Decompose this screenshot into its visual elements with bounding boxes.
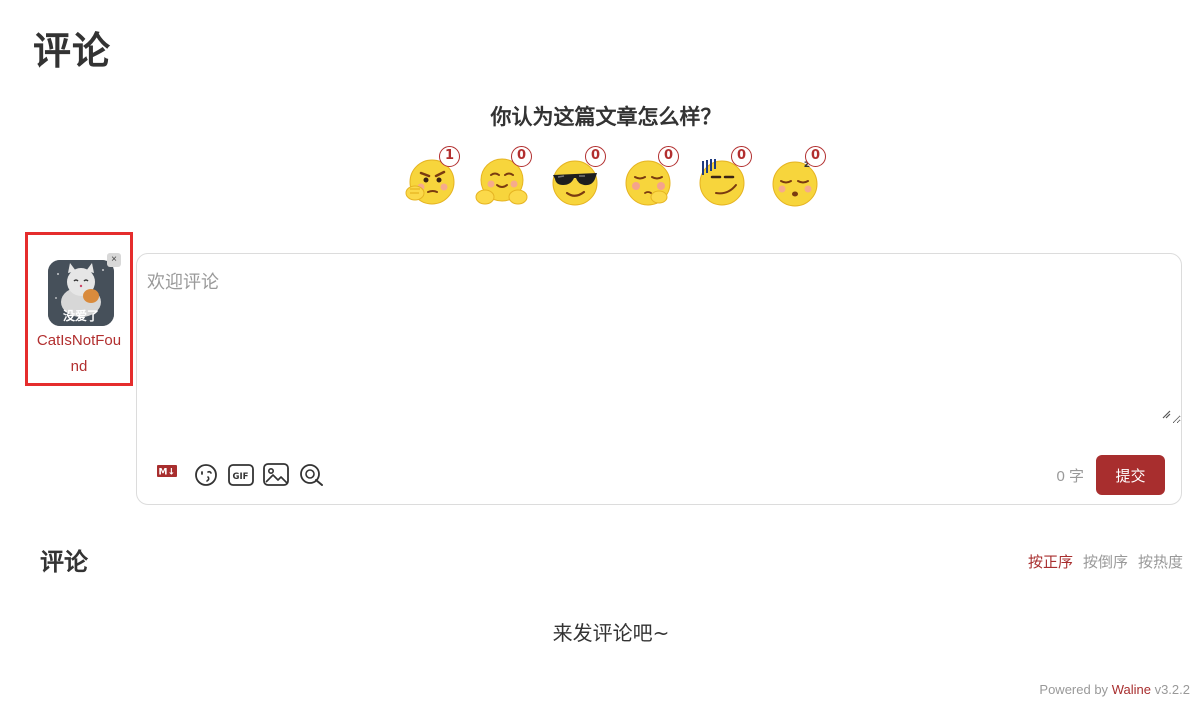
markdown-button[interactable]: M↓ (155, 459, 183, 487)
svg-text:M↓: M↓ (159, 468, 176, 478)
reaction-cool[interactable]: 0 (544, 145, 610, 211)
word-count: 0 字 (1056, 468, 1084, 485)
waline-link[interactable]: Waline (1112, 682, 1151, 697)
gif-button[interactable]: GIF (227, 459, 255, 487)
user-profile-card: 没爱了 × CatIsNotFound (25, 232, 133, 386)
sort-ascending[interactable]: 按正序 (1028, 553, 1073, 571)
reaction-speechless[interactable]: 0 (690, 145, 756, 211)
resize-handle-icon[interactable] (1161, 409, 1171, 419)
sort-descending[interactable]: 按倒序 (1083, 553, 1128, 571)
comment-editor: M↓ GIF (136, 253, 1182, 505)
comment-textarea[interactable] (137, 254, 1181, 424)
page-title: 评论 (33, 29, 112, 73)
preview-button[interactable] (297, 459, 325, 487)
reaction-bar: 1 0 0 0 0 z 0 (398, 145, 828, 211)
logout-close-button[interactable]: × (107, 253, 121, 267)
empty-comments-message: 来发评论吧~ (552, 621, 670, 645)
emoji-icon (195, 464, 217, 486)
sort-options: 按正序 按倒序 按热度 (1018, 551, 1183, 572)
emoji-button[interactable] (192, 459, 220, 487)
reaction-count: 0 (658, 146, 679, 167)
avatar-caption: 没爱了 (62, 309, 99, 323)
reaction-sleepy[interactable]: z z 0 (764, 145, 830, 211)
sort-by-hot[interactable]: 按热度 (1138, 553, 1183, 571)
reaction-count: 1 (439, 146, 460, 167)
gif-icon: GIF (228, 464, 254, 486)
waline-version: v3.2.2 (1154, 682, 1190, 697)
markdown-icon: M↓ (157, 465, 177, 478)
powered-by: Powered by Waline v3.2.2 (1039, 682, 1190, 697)
reaction-title: 你认为这篇文章怎么样？ (490, 105, 722, 129)
username-link[interactable]: CatIsNotFound (28, 328, 130, 380)
reaction-count: 0 (731, 146, 752, 167)
avatar[interactable]: 没爱了 (48, 260, 114, 326)
comments-heading: 评论 (40, 548, 88, 576)
submit-button[interactable]: 提交 (1096, 455, 1165, 495)
reaction-count: 0 (805, 146, 826, 167)
reaction-thinking[interactable]: 1 (398, 145, 464, 211)
image-icon (263, 463, 289, 486)
reaction-shy[interactable]: 0 (617, 145, 683, 211)
reaction-hug[interactable]: 0 (470, 145, 536, 211)
reaction-count: 0 (585, 146, 606, 167)
preview-icon (300, 464, 323, 486)
svg-text:GIF: GIF (233, 472, 249, 482)
reaction-count: 0 (511, 146, 532, 167)
powered-by-prefix: Powered by (1039, 682, 1109, 697)
image-upload-button[interactable] (262, 459, 290, 487)
